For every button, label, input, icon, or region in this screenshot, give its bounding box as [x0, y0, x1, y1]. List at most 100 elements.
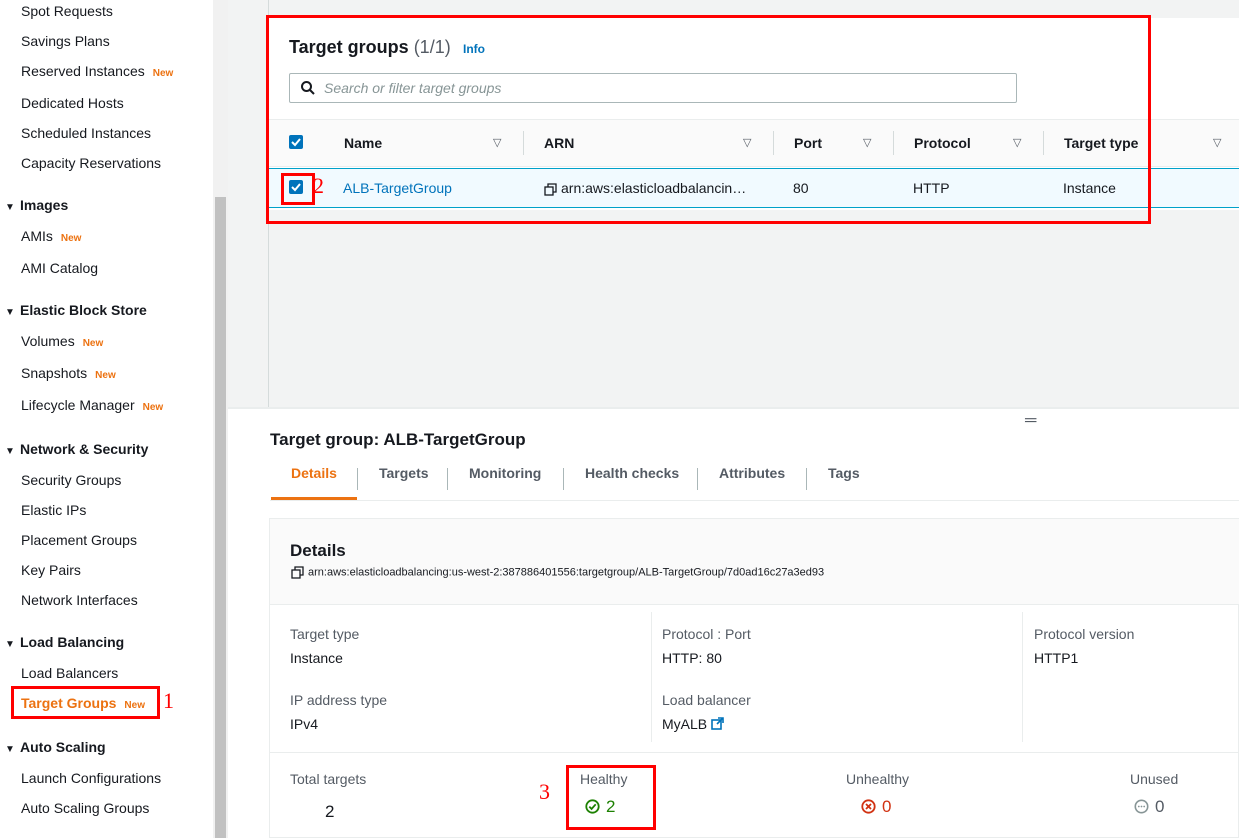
sidebar-scrollbar-thumb[interactable]: [215, 197, 226, 838]
external-link-icon: [711, 717, 724, 730]
annotation-box-target-groups-nav: [11, 686, 160, 719]
split-panel-divider[interactable]: [228, 407, 1239, 409]
detail-arn: arn:aws:elasticloadbalancing:us-west-2:3…: [291, 566, 824, 579]
sidebar-section-network-security[interactable]: ▼ Network & Security: [0, 441, 148, 457]
sidebar-item-label: Volumes: [21, 333, 75, 349]
sidebar-item-auto-scaling-groups[interactable]: Auto Scaling Groups: [21, 800, 149, 816]
new-badge: New: [95, 370, 116, 381]
new-badge: New: [82, 338, 104, 349]
detail-tabs: Details Targets Monitoring Health checks…: [270, 462, 1239, 500]
caret-down-icon: ▼: [5, 744, 15, 755]
total-targets-value: 2: [325, 802, 335, 821]
sidebar-item-security-groups[interactable]: Security Groups: [21, 472, 121, 488]
sidebar-item-label: Scheduled Instances: [21, 125, 151, 141]
sidebar-item-label: AMIs: [21, 228, 53, 244]
tab-targets[interactable]: Targets: [379, 465, 429, 481]
annotation-number-1: 1: [163, 688, 174, 713]
section-title: Elastic Block Store: [20, 302, 147, 318]
target-type-value: Instance: [290, 650, 343, 666]
detail-title: Target group: ALB-TargetGroup: [270, 430, 526, 449]
sidebar-item-volumes[interactable]: Volumes New: [21, 333, 103, 349]
tab-divider: [447, 468, 448, 490]
sidebar-item-label: Lifecycle Manager: [21, 397, 135, 413]
sidebar-item-lifecycle-manager[interactable]: Lifecycle Manager New: [21, 397, 163, 413]
tab-health-checks[interactable]: Health checks: [585, 465, 679, 481]
x-circle-icon: [861, 799, 876, 814]
annotation-number-3: 3: [539, 779, 550, 804]
sidebar-item-network-interfaces[interactable]: Network Interfaces: [21, 592, 138, 608]
resize-handle-icon[interactable]: ═: [1025, 412, 1036, 430]
load-balancer-name: MyALB: [662, 716, 708, 732]
column-divider: [651, 612, 652, 742]
target-type-label: Target type: [290, 626, 360, 642]
sidebar-item-capacity-reservations[interactable]: Capacity Reservations: [21, 155, 161, 171]
sidebar-item-ami-catalog[interactable]: AMI Catalog: [21, 260, 98, 276]
total-targets-label: Total targets: [290, 771, 367, 787]
load-balancer-label: Load balancer: [662, 692, 751, 708]
tab-attributes[interactable]: Attributes: [719, 465, 785, 481]
sidebar-item-label: Auto Scaling Groups: [21, 800, 150, 816]
sidebar-item-load-balancers[interactable]: Load Balancers: [21, 665, 118, 681]
annotation-box-target-groups: [266, 15, 1151, 224]
tab-monitoring[interactable]: Monitoring: [469, 465, 541, 481]
tab-details[interactable]: Details: [291, 465, 337, 481]
sidebar-item-scheduled-instances[interactable]: Scheduled Instances: [21, 125, 151, 141]
caret-down-icon: ▼: [5, 202, 15, 213]
sidebar-item-label: Load Balancers: [21, 665, 119, 681]
unused-value: 0: [1155, 797, 1165, 816]
tab-divider: [806, 468, 807, 490]
tab-divider: [357, 468, 358, 490]
sidebar-section-images[interactable]: ▼ Images: [0, 197, 68, 213]
caret-down-icon: ▼: [5, 639, 15, 650]
sidebar-section-ebs[interactable]: ▼ Elastic Block Store: [0, 302, 147, 318]
sidebar-item-amis[interactable]: AMIs New: [21, 228, 81, 244]
details-section-title: Details: [290, 541, 346, 560]
sidebar-item-dedicated-hosts[interactable]: Dedicated Hosts: [21, 95, 124, 111]
sidebar-section-load-balancing[interactable]: ▼ Load Balancing: [0, 634, 124, 650]
unhealthy-value: 0: [882, 797, 892, 816]
sidebar-item-label: AMI Catalog: [21, 260, 99, 276]
sidebar-item-savings-plans[interactable]: Savings Plans: [21, 33, 110, 49]
new-badge: New: [142, 402, 164, 413]
unused-count: 0: [1134, 797, 1164, 817]
ip-type-label: IP address type: [290, 692, 388, 708]
tab-divider: [563, 468, 564, 490]
sidebar-item-spot-requests[interactable]: Spot Requests: [21, 3, 113, 19]
sidebar-item-launch-configurations[interactable]: Launch Configurations: [21, 770, 161, 786]
sidebar-item-snapshots[interactable]: Snapshots New: [21, 365, 116, 381]
protocol-version-value: HTTP1: [1034, 650, 1079, 666]
sort-icon[interactable]: ▽: [1213, 136, 1221, 149]
caret-down-icon: ▼: [5, 446, 15, 457]
sidebar-item-key-pairs[interactable]: Key Pairs: [21, 562, 81, 578]
protocol-port-value: HTTP: 80: [662, 650, 722, 666]
tab-divider: [697, 468, 698, 490]
load-balancer-link[interactable]: MyALB: [662, 716, 724, 732]
sidebar-item-reserved-instances[interactable]: Reserved Instances New: [21, 63, 173, 79]
section-title: Network & Security: [20, 441, 149, 457]
sidebar-item-label: Key Pairs: [21, 562, 81, 578]
sidebar-item-label: Security Groups: [21, 472, 122, 488]
sidebar-item-label: Dedicated Hosts: [21, 95, 124, 111]
ellipsis-circle-icon: [1134, 799, 1149, 814]
sidebar-item-label: Reserved Instances: [21, 63, 145, 79]
copy-icon[interactable]: [291, 566, 304, 579]
section-divider: [270, 752, 1239, 753]
sidebar-section-auto-scaling[interactable]: ▼ Auto Scaling: [0, 739, 106, 755]
sidebar-item-label: Spot Requests: [21, 3, 113, 19]
sidebar-item-elastic-ips[interactable]: Elastic IPs: [21, 502, 86, 518]
unhealthy-label: Unhealthy: [846, 771, 910, 787]
unused-label: Unused: [1130, 771, 1179, 787]
new-badge: New: [152, 68, 174, 79]
unhealthy-count: 0: [861, 797, 891, 817]
section-title: Images: [20, 197, 69, 213]
details-header: [270, 519, 1239, 605]
caret-down-icon: ▼: [5, 307, 15, 318]
ip-type-value: IPv4: [290, 716, 319, 732]
column-divider: [1022, 612, 1023, 742]
annotation-number-2: 2: [313, 173, 324, 198]
section-title: Auto Scaling: [20, 739, 106, 755]
tab-tags[interactable]: Tags: [828, 465, 860, 481]
sidebar-item-label: Savings Plans: [21, 33, 110, 49]
sidebar-item-placement-groups[interactable]: Placement Groups: [21, 532, 137, 548]
section-title: Load Balancing: [20, 634, 125, 650]
